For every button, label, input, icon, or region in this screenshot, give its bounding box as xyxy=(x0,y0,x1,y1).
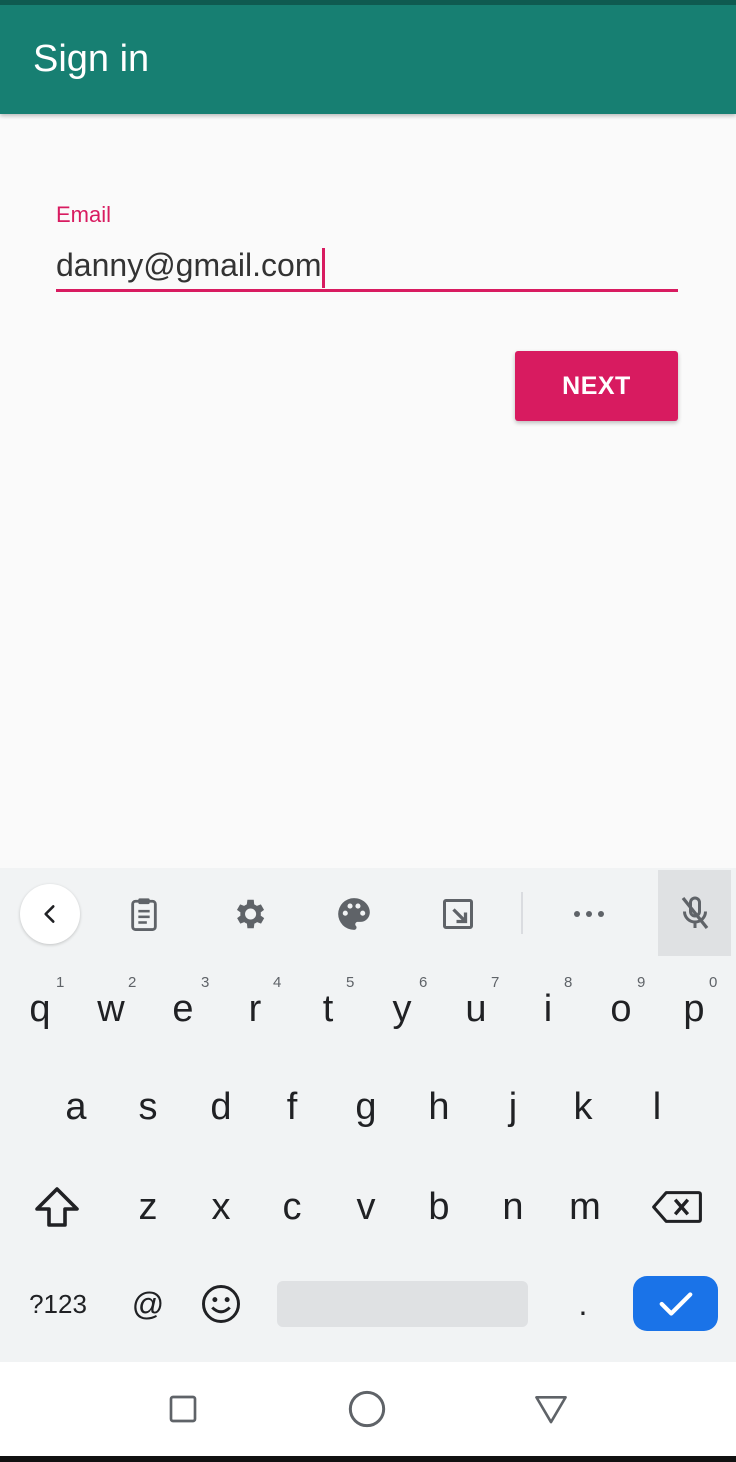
more-icon[interactable] xyxy=(559,884,619,944)
key-m[interactable]: m xyxy=(555,1172,615,1242)
email-value: danny@gmail.com xyxy=(56,247,322,283)
back-nav-icon[interactable] xyxy=(526,1384,576,1434)
text-caret xyxy=(322,247,326,288)
gear-icon[interactable] xyxy=(219,884,279,944)
key-z[interactable]: z xyxy=(118,1172,178,1242)
soft-keyboard: q 1 w 2 e 3 r 4 t 5 y 6 u 7 i 8 o 9 p 0 … xyxy=(0,868,736,1362)
key-c[interactable]: c xyxy=(262,1172,322,1242)
key-f[interactable]: f xyxy=(262,1072,322,1142)
email-value-wrap[interactable]: danny@gmail.com xyxy=(56,247,326,288)
key-period[interactable]: . xyxy=(560,1274,606,1334)
clipboard-icon[interactable] xyxy=(114,884,174,944)
key-j[interactable]: j xyxy=(483,1072,543,1142)
app-bar: Sign in xyxy=(0,0,736,114)
check-icon xyxy=(659,1291,692,1316)
shift-icon[interactable] xyxy=(22,1172,92,1242)
keyboard-toolbar xyxy=(0,868,736,958)
symbols-key[interactable]: ?123 xyxy=(18,1274,98,1334)
key-t-hint: 5 xyxy=(346,974,355,991)
next-button[interactable]: NEXT xyxy=(515,351,678,421)
email-field[interactable]: danny@gmail.com xyxy=(56,242,678,292)
backspace-icon[interactable] xyxy=(644,1172,710,1242)
navigation-bar xyxy=(0,1362,736,1456)
key-o-hint: 9 xyxy=(637,974,646,991)
resize-icon[interactable] xyxy=(428,884,488,944)
key-s[interactable]: s xyxy=(118,1072,178,1142)
key-l[interactable]: l xyxy=(627,1072,687,1142)
key-r-hint: 4 xyxy=(273,974,282,991)
key-y-hint: 6 xyxy=(419,974,428,991)
key-w-hint: 2 xyxy=(128,974,137,991)
home-icon[interactable] xyxy=(342,1384,392,1434)
page-title: Sign in xyxy=(33,38,150,80)
recents-icon[interactable] xyxy=(158,1384,208,1434)
key-x[interactable]: x xyxy=(191,1172,251,1242)
key-e-hint: 3 xyxy=(201,974,210,991)
enter-key[interactable] xyxy=(633,1276,718,1331)
status-bar-edge xyxy=(0,0,736,5)
back-icon[interactable] xyxy=(20,884,80,944)
key-a[interactable]: a xyxy=(46,1072,106,1142)
key-b[interactable]: b xyxy=(409,1172,469,1242)
mic-off-icon[interactable] xyxy=(658,870,731,956)
key-h[interactable]: h xyxy=(409,1072,469,1142)
key-v[interactable]: v xyxy=(336,1172,396,1242)
key-g[interactable]: g xyxy=(336,1072,396,1142)
space-bar[interactable] xyxy=(277,1281,528,1327)
key-u-hint: 7 xyxy=(491,974,500,991)
palette-icon[interactable] xyxy=(324,884,384,944)
key-i-hint: 8 xyxy=(564,974,573,991)
key-at[interactable]: @ xyxy=(120,1274,176,1334)
screen-bottom-edge xyxy=(0,1456,736,1462)
key-q-hint: 1 xyxy=(56,974,65,991)
emoji-icon[interactable] xyxy=(195,1274,247,1334)
toolbar-divider xyxy=(521,892,523,934)
key-n[interactable]: n xyxy=(483,1172,543,1242)
key-k[interactable]: k xyxy=(553,1072,613,1142)
key-p-hint: 0 xyxy=(709,974,718,991)
key-d[interactable]: d xyxy=(191,1072,251,1142)
email-label: Email xyxy=(56,202,112,227)
